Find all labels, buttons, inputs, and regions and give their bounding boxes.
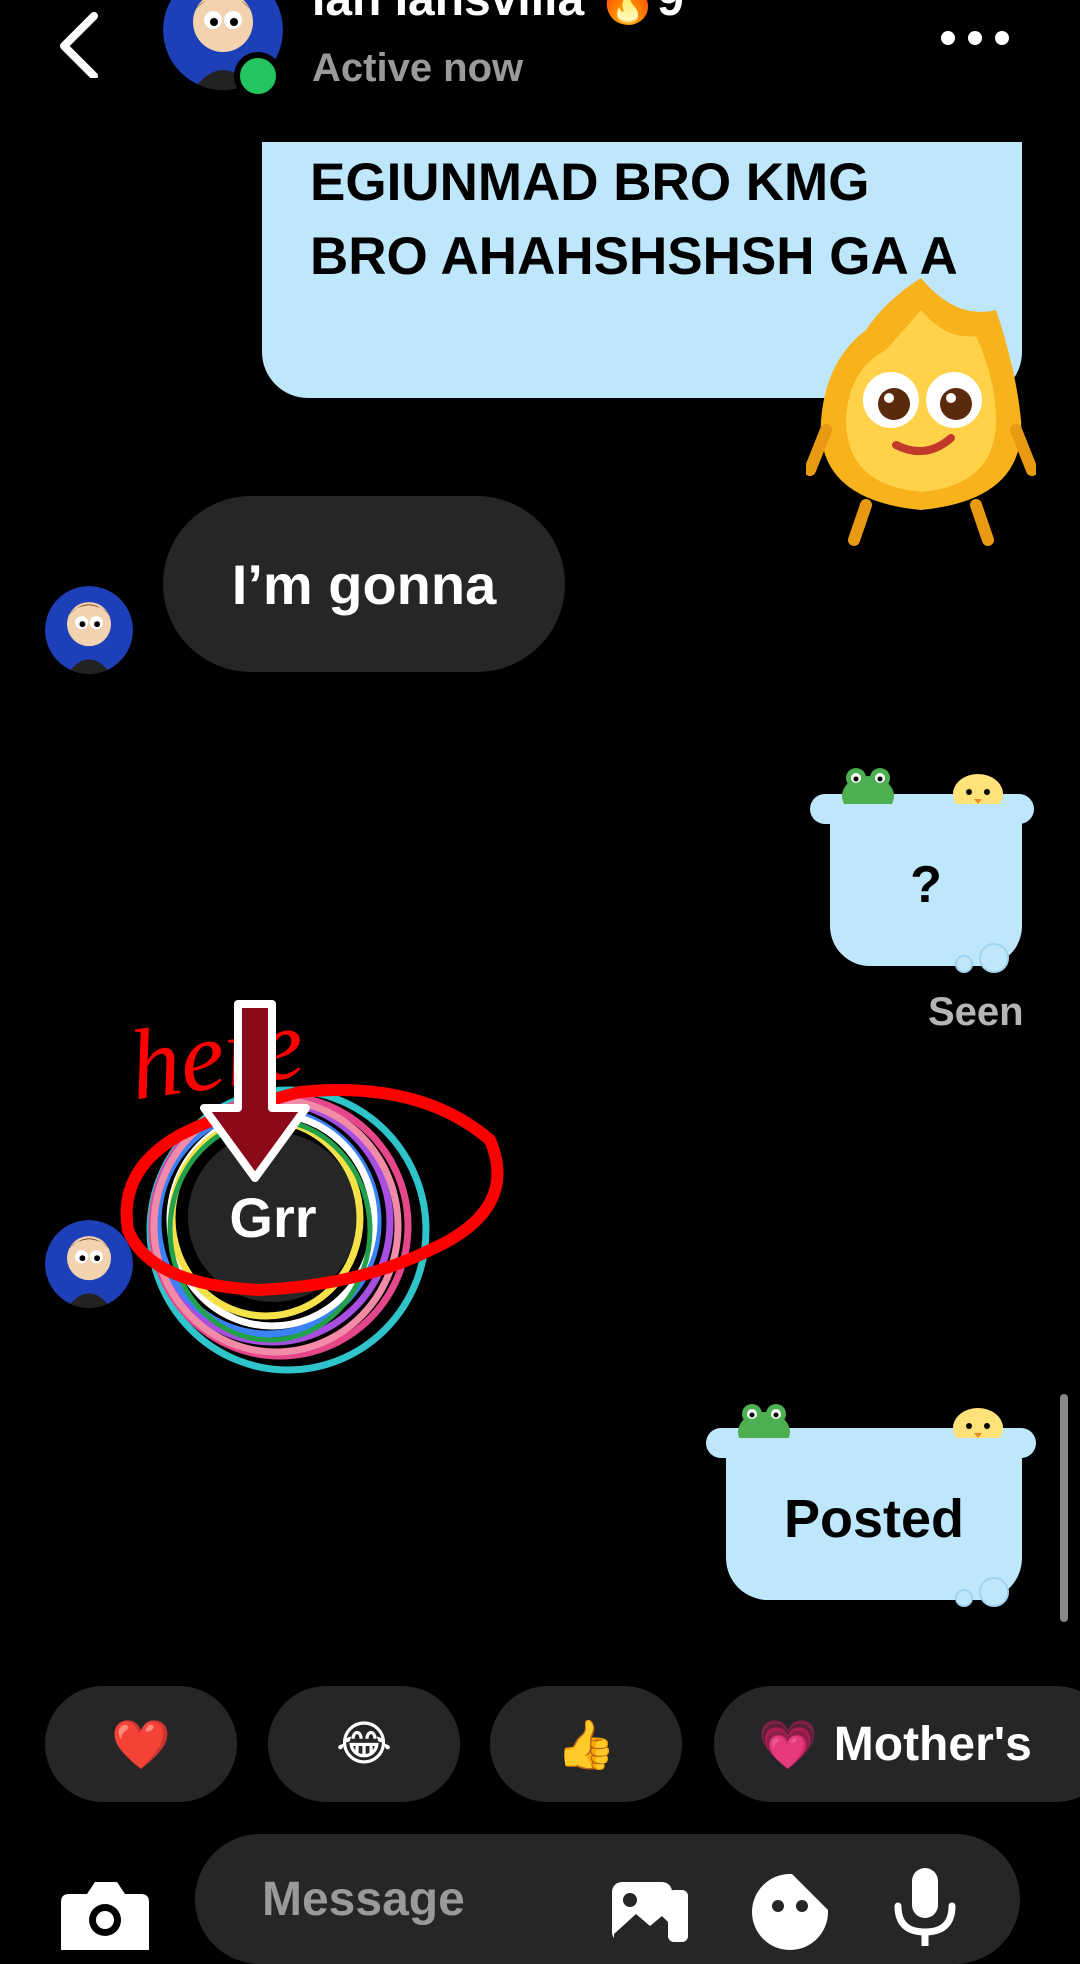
thumbs-up-emoji: 👍 bbox=[556, 1718, 616, 1772]
laughing-emoji: 😂 bbox=[335, 1718, 393, 1771]
more-horizontal-icon bbox=[941, 31, 1009, 45]
quick-reaction-label: Mother's bbox=[833, 1717, 1032, 1771]
gallery-button[interactable] bbox=[608, 1872, 690, 1942]
message-bubble-incoming[interactable]: I’m gonna bbox=[163, 496, 565, 672]
quick-reaction-thumbs-up[interactable]: 👍 bbox=[490, 1686, 682, 1802]
annotation-handwriting: here bbox=[122, 987, 310, 1121]
camera-icon bbox=[61, 1882, 149, 1950]
back-button[interactable] bbox=[50, 8, 110, 80]
sticker-icon bbox=[752, 1874, 828, 1950]
chat-scrollbar[interactable] bbox=[1060, 1394, 1068, 1622]
active-status: Active now bbox=[312, 46, 524, 90]
pink-heart-emoji: 💗 bbox=[758, 1718, 818, 1772]
camera-button[interactable] bbox=[55, 1870, 155, 1950]
quick-reaction-heart[interactable]: ❤️ bbox=[45, 1686, 237, 1802]
more-options-button[interactable] bbox=[936, 22, 1014, 54]
sender-avatar[interactable] bbox=[45, 586, 133, 674]
contact-name[interactable]: Ian Iansvilla 🔥9 bbox=[312, 0, 684, 27]
heart-emoji: ❤️ bbox=[111, 1718, 171, 1772]
gallery-icon bbox=[612, 1882, 688, 1942]
chevron-left-icon bbox=[60, 12, 98, 80]
sender-avatar[interactable] bbox=[45, 1220, 133, 1308]
message-bubble-incoming[interactable]: Grr bbox=[188, 1132, 358, 1302]
quick-reaction-laugh[interactable]: 😂 bbox=[268, 1686, 460, 1802]
microphone-button[interactable] bbox=[890, 1866, 960, 1946]
seen-receipt: Seen bbox=[928, 990, 1024, 1034]
bubbles-decoration-icon bbox=[955, 1577, 1009, 1607]
microphone-icon bbox=[894, 1868, 956, 1946]
quick-reaction-mothers-day[interactable]: 💗 Mother's bbox=[714, 1686, 1080, 1802]
sticker-button[interactable] bbox=[748, 1870, 832, 1954]
online-indicator bbox=[234, 52, 282, 100]
bubbles-decoration-icon bbox=[955, 943, 1009, 973]
message-input[interactable] bbox=[262, 1872, 562, 1927]
flame-mascot-sticker bbox=[804, 270, 1038, 550]
